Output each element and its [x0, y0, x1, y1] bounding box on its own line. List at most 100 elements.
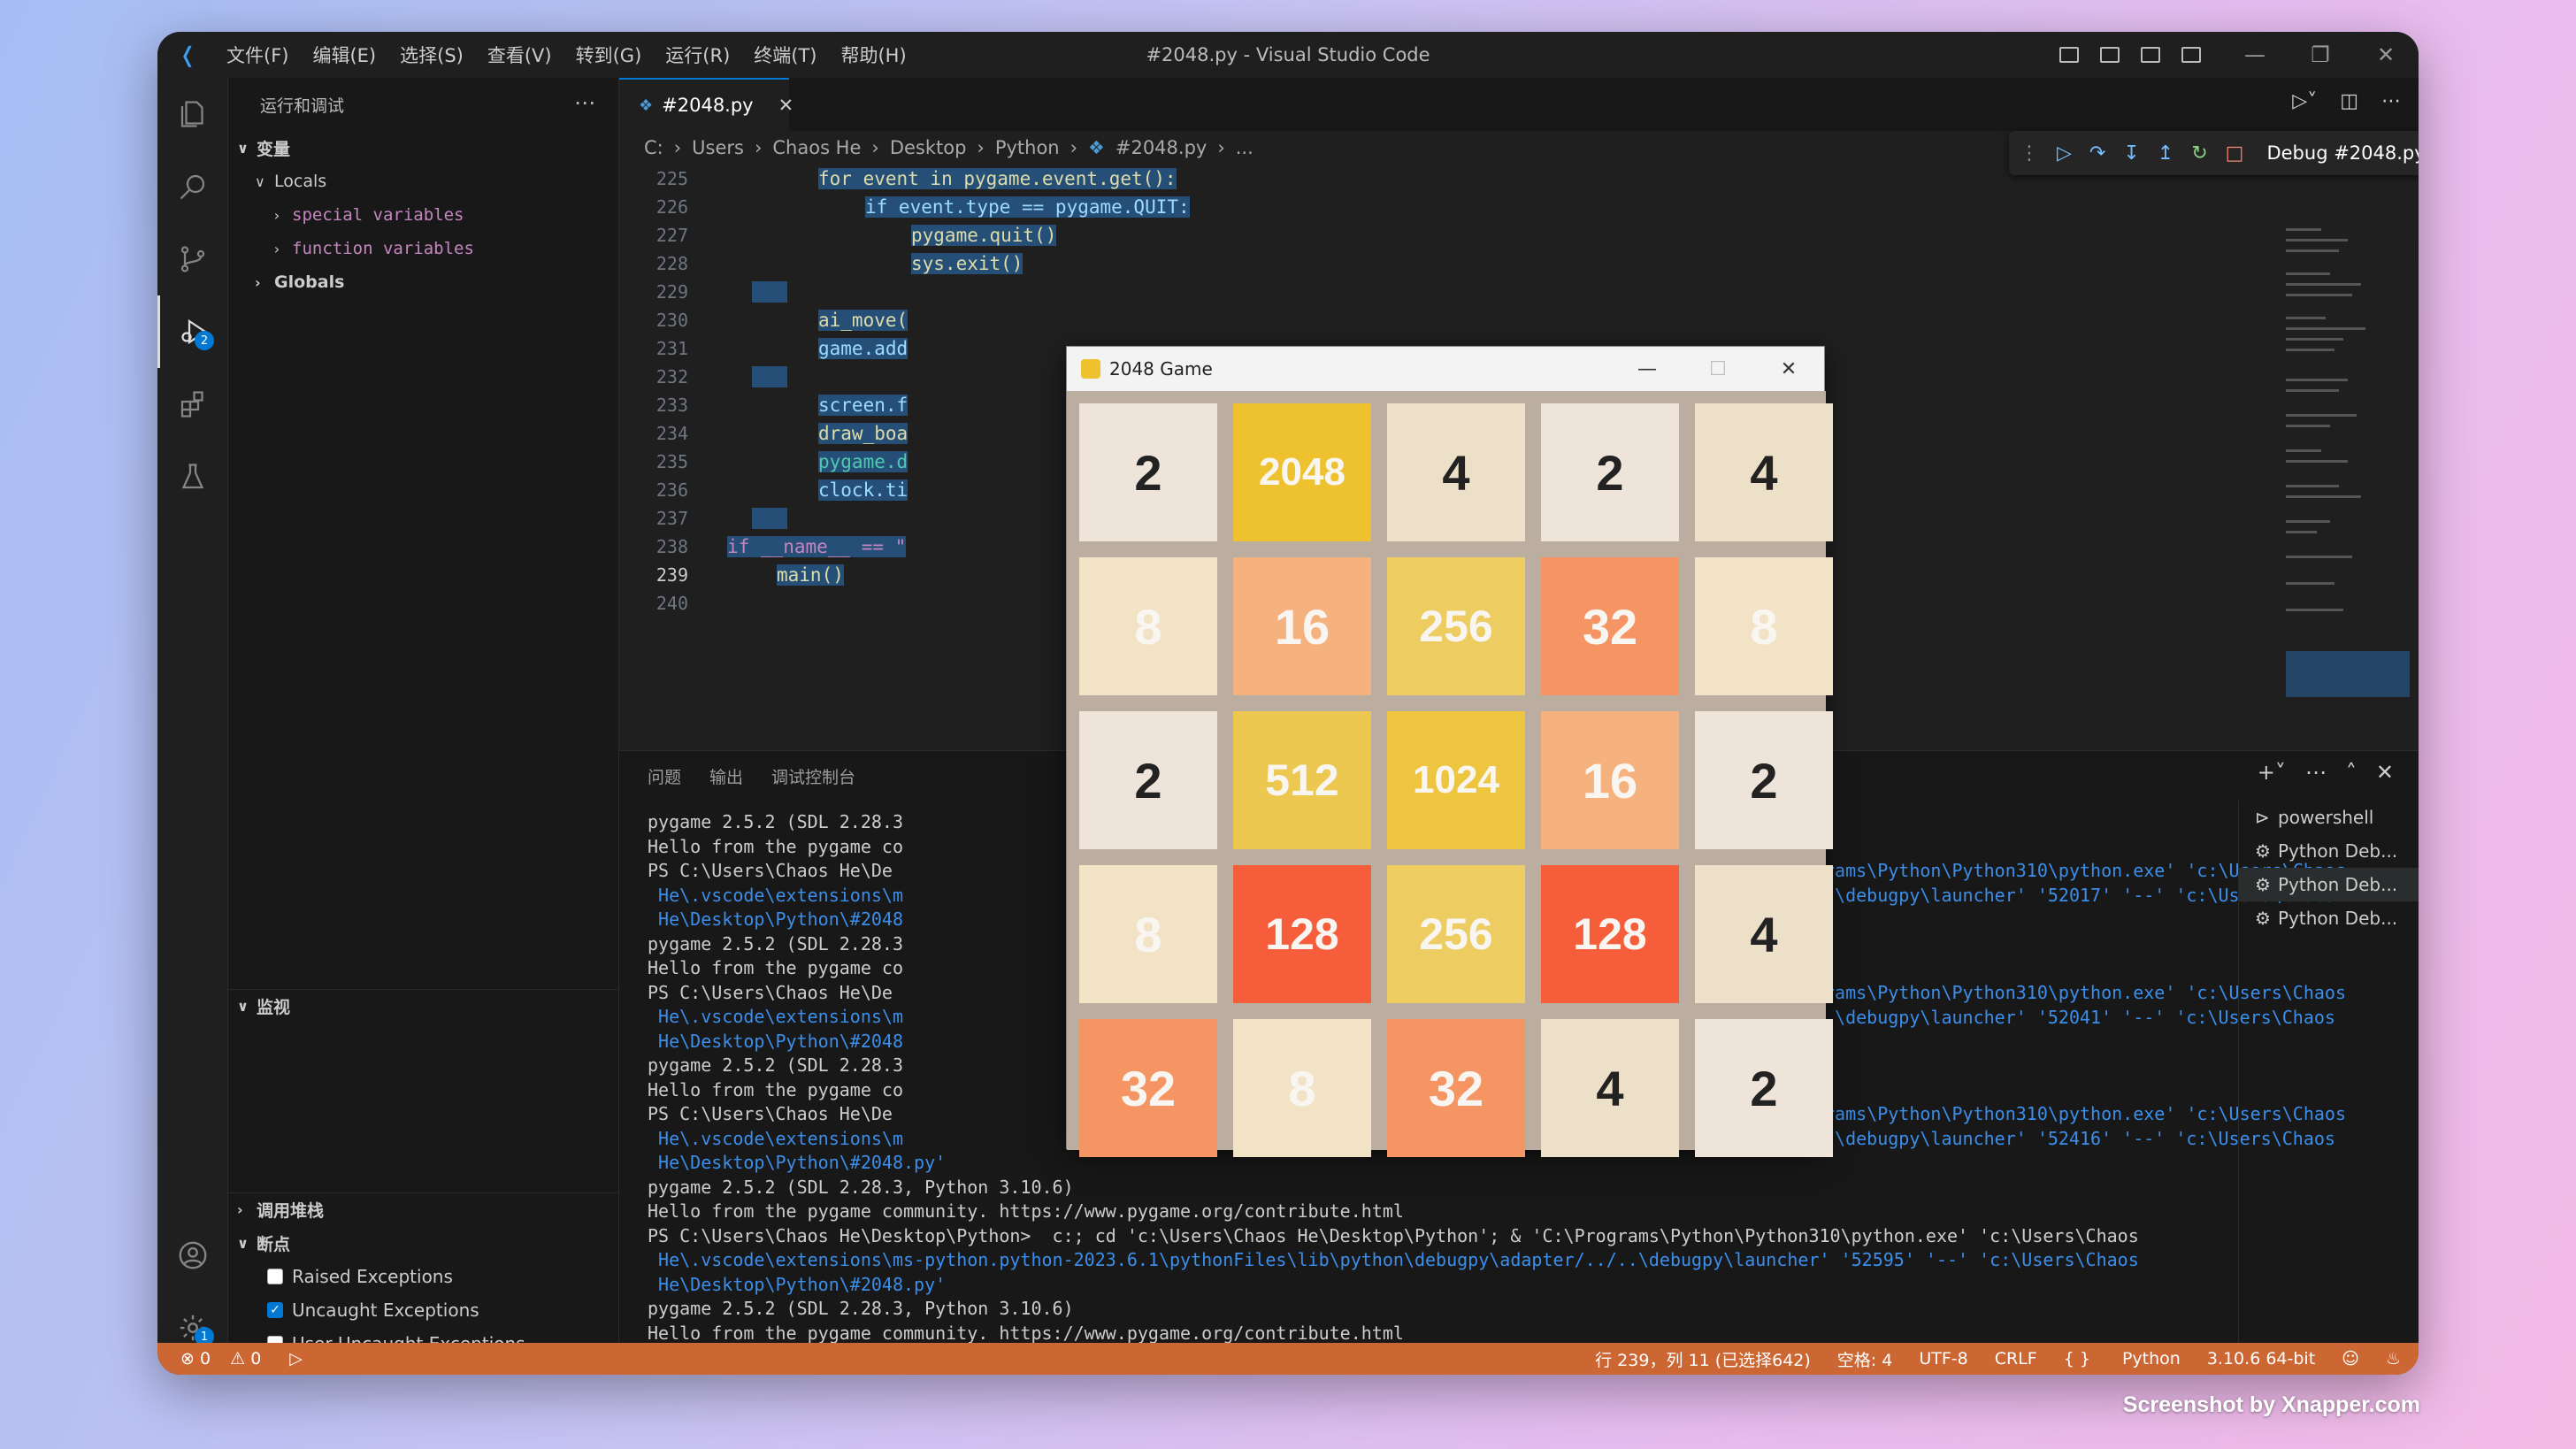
menu-help[interactable]: 帮助(H): [840, 42, 906, 68]
search-icon[interactable]: [157, 150, 228, 223]
breadcrumb-item[interactable]: #2048.py: [1116, 137, 1207, 158]
terminal-line: He\.vscode\extensions\ms-python.python-2…: [648, 1249, 2139, 1270]
step-over-icon[interactable]: ↷: [2089, 142, 2105, 165]
line-ending[interactable]: CRLF: [1995, 1349, 2037, 1368]
step-into-icon[interactable]: ↧: [2123, 142, 2139, 165]
tab-output[interactable]: 输出: [709, 764, 743, 788]
language-mode[interactable]: { } Python: [2064, 1349, 2181, 1368]
toggle-panel-icon[interactable]: [2100, 47, 2120, 63]
breadcrumb-item[interactable]: Users: [692, 137, 744, 158]
tab-debug-console[interactable]: 调试控制台: [771, 764, 855, 788]
cursor-position[interactable]: 行 239，列 11 (已选择642): [1595, 1347, 1811, 1371]
debug-status-icon[interactable]: ▷: [289, 1349, 303, 1368]
breadcrumb-item[interactable]: Chaos He: [772, 137, 861, 158]
terminal-item-python-debug[interactable]: ⚙ Python Deb...: [2239, 901, 2419, 935]
terminal-line: Hello from the pygame community. https:/…: [648, 1200, 1404, 1222]
breakpoints-section[interactable]: ∨ 断点: [228, 1226, 619, 1260]
breadcrumb-item[interactable]: Python: [995, 137, 1060, 158]
menu-run[interactable]: 运行(R): [665, 42, 730, 68]
code-line-empty: [752, 508, 787, 529]
locals-scope[interactable]: ∨ Locals: [228, 165, 618, 198]
menu-terminal[interactable]: 终端(T): [754, 42, 816, 68]
globals-scope[interactable]: › Globals: [228, 265, 618, 299]
terminal-item-python-debug[interactable]: ⚙ Python Deb...: [2239, 868, 2419, 901]
more-actions-icon[interactable]: ⋯: [2305, 760, 2327, 785]
terminal-item-python-debug[interactable]: ⚙ Python Deb...: [2239, 834, 2419, 868]
checkbox-checked[interactable]: ✓: [267, 1302, 283, 1318]
tile: 16: [1233, 557, 1371, 695]
drag-handle-icon[interactable]: ⋮: [2020, 142, 2039, 165]
menu-go[interactable]: 转到(G): [576, 42, 642, 68]
explorer-icon[interactable]: [157, 78, 228, 150]
tab-2048-py[interactable]: ❖ #2048.py ✕: [619, 78, 794, 131]
tile: 32: [1387, 1019, 1525, 1157]
special-variables-item[interactable]: › special variables: [228, 198, 618, 232]
minimap[interactable]: [2286, 219, 2410, 715]
indentation[interactable]: 空格: 4: [1837, 1347, 1893, 1371]
terminal-item-powershell[interactable]: ⊳ powershell: [2239, 801, 2419, 834]
call-stack-section[interactable]: › 调用堆栈: [228, 1192, 619, 1226]
game-title-bar: 2048 Game — ☐ ✕: [1067, 347, 1824, 391]
tile: 256: [1387, 865, 1525, 1003]
breakpoint-uncaught-exceptions[interactable]: ✓ Uncaught Exceptions: [228, 1293, 619, 1327]
breakpoint-raised-exceptions[interactable]: Raised Exceptions: [228, 1260, 619, 1293]
continue-icon[interactable]: ▷: [2057, 142, 2072, 165]
menu-selection[interactable]: 选择(S): [400, 42, 464, 68]
tile: 2: [1079, 711, 1217, 849]
debug-config-select[interactable]: Debug #2048.py: [2266, 142, 2419, 164]
toggle-primary-sidebar-icon[interactable]: [2059, 47, 2079, 63]
new-terminal-icon[interactable]: +˅: [2258, 760, 2286, 785]
line-number: 237: [656, 508, 688, 529]
close-panel-icon[interactable]: ✕: [2376, 760, 2394, 785]
maximize-button[interactable]: ❐: [2288, 42, 2353, 67]
game-window: 2048 Game — ☐ ✕ 2 2048 4 2 4 8 16 256 32 8 2 512 102…: [1066, 346, 1833, 1157]
run-debug-icon[interactable]: 2: [157, 295, 228, 368]
game-close-button[interactable]: ✕: [1753, 358, 1824, 380]
stop-icon[interactable]: □: [2226, 142, 2244, 165]
tab-problems[interactable]: 问题: [648, 764, 681, 788]
customize-layout-icon[interactable]: [2181, 47, 2201, 63]
menu-edit[interactable]: 编辑(E): [312, 42, 376, 68]
minimize-button[interactable]: —: [2222, 42, 2288, 67]
close-tab-icon[interactable]: ✕: [778, 95, 794, 116]
maximize-panel-icon[interactable]: ˄: [2346, 760, 2357, 785]
account-icon[interactable]: [157, 1219, 228, 1292]
menu-view[interactable]: 查看(V): [487, 42, 552, 68]
code-line: if __name__ == ": [727, 536, 907, 557]
menu-file[interactable]: 文件(F): [226, 42, 288, 68]
game-board[interactable]: 2 2048 4 2 4 8 16 256 32 8 2 512 1024 16 2 8 128 256 128 4 3…: [1067, 391, 1833, 1157]
restart-icon[interactable]: ↻: [2191, 142, 2207, 165]
split-editor-icon[interactable]: ◫: [2340, 90, 2358, 112]
python-interpreter[interactable]: 3.10.6 64-bit: [2207, 1349, 2315, 1368]
game-maximize-button[interactable]: ☐: [1683, 358, 1753, 380]
watch-section[interactable]: ∨ 监视: [228, 989, 619, 1023]
feedback-icon[interactable]: ☺: [2342, 1349, 2359, 1368]
checkbox[interactable]: [267, 1269, 283, 1284]
debug-icon: ⚙: [2255, 840, 2271, 862]
encoding[interactable]: UTF-8: [1919, 1349, 1967, 1368]
extensions-icon[interactable]: [157, 368, 228, 441]
run-debug-dropdown-icon[interactable]: ▷˅: [2292, 90, 2317, 112]
game-minimize-button[interactable]: —: [1612, 358, 1683, 380]
tile: 4: [1541, 1019, 1679, 1157]
toggle-secondary-sidebar-icon[interactable]: [2141, 47, 2160, 63]
close-button[interactable]: ✕: [2353, 42, 2419, 67]
more-actions-icon[interactable]: ⋯: [574, 90, 595, 115]
menu-bar: 文件(F) 编辑(E) 选择(S) 查看(V) 转到(G) 运行(R) 终端(T…: [226, 42, 931, 68]
problems-status[interactable]: ⊗ 0 ⚠ 0: [180, 1349, 275, 1368]
source-control-icon[interactable]: [157, 223, 228, 295]
step-out-icon[interactable]: ↥: [2158, 142, 2174, 165]
variables-section[interactable]: ∨ 变量: [228, 131, 618, 165]
function-variables-item[interactable]: › function variables: [228, 232, 618, 265]
code-line: draw_boa: [818, 423, 908, 444]
breadcrumb-item[interactable]: C:: [644, 137, 663, 158]
code-line: for event in pygame.event.get():: [818, 168, 1177, 189]
more-actions-icon[interactable]: ⋯: [2381, 90, 2401, 112]
line-number: 226: [656, 196, 688, 218]
chevron-down-icon: ∨: [255, 172, 265, 190]
testing-icon[interactable]: [157, 441, 228, 513]
notifications-bell-icon[interactable]: ♨: [2386, 1349, 2401, 1368]
breadcrumb-item[interactable]: Desktop: [890, 137, 967, 158]
debug-icon: ⚙: [2255, 874, 2271, 895]
breadcrumb-item[interactable]: ...: [1236, 137, 1254, 158]
